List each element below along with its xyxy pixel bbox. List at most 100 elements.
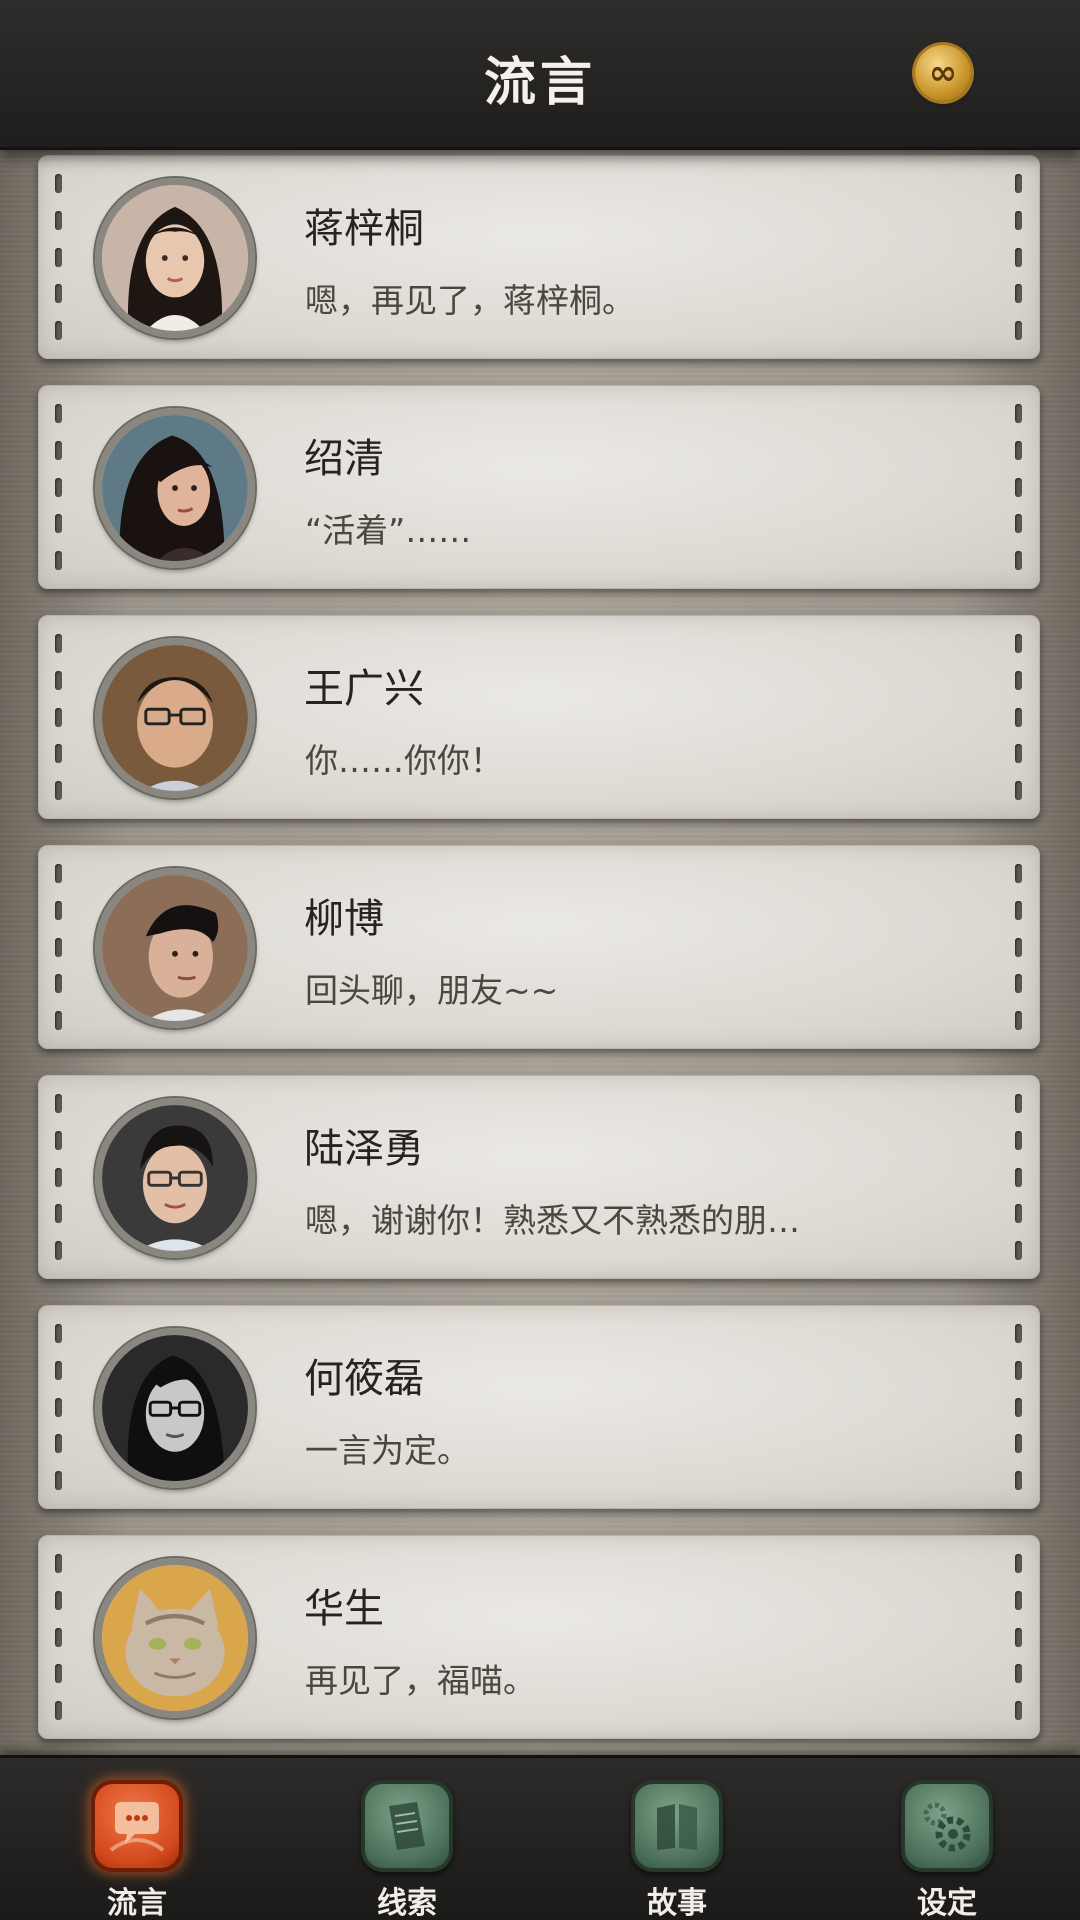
- contact-card[interactable]: 蒋梓桐 嗯，再见了，蒋梓桐。: [38, 155, 1040, 359]
- contact-card[interactable]: 绍清 “活着”……: [38, 385, 1040, 589]
- perforation-hole: [55, 1627, 62, 1647]
- cat-avatar[interactable]: [95, 1558, 255, 1718]
- perforation-hole: [1015, 514, 1022, 534]
- card-perforation: [1015, 864, 1023, 1030]
- perforation-hole: [1015, 1360, 1022, 1380]
- perforation-hole: [1015, 1701, 1022, 1720]
- contact-name: 陆泽勇: [304, 1126, 424, 1172]
- perforation-hole: [55, 477, 62, 497]
- contact-card[interactable]: 王广兴你……你你！: [38, 615, 1040, 819]
- perforation-hole: [55, 247, 62, 267]
- card-perforation: [55, 1554, 63, 1720]
- tab-1[interactable]: 线索: [352, 1780, 462, 1920]
- contact-name: 华生: [304, 1586, 384, 1632]
- bottom-nav: 流言 线索 故事 设定: [0, 1755, 1080, 1920]
- man-glasses-avatar[interactable]: [95, 1098, 255, 1258]
- last-message: “活着”……: [305, 511, 472, 550]
- perforation-hole: [55, 404, 62, 423]
- man-slick-hair-avatar[interactable]: [95, 868, 255, 1028]
- contact-list[interactable]: 蒋梓桐 嗯，再见了，蒋梓桐。 绍清 “活着”…… 王广兴你……你你！ 柳博回头聊，朋友~~…: [0, 150, 1080, 1755]
- perforation-hole: [1015, 1167, 1022, 1187]
- last-message: 一言为定。: [305, 1431, 470, 1470]
- perforation-hole: [55, 1397, 62, 1417]
- perforation-hole: [1015, 1627, 1022, 1647]
- card-perforation: [55, 174, 63, 340]
- perforation-hole: [1015, 781, 1022, 800]
- tab-label: 流言: [107, 1886, 167, 1920]
- perforation-hole: [55, 1204, 62, 1224]
- card-perforation: [1015, 1094, 1023, 1260]
- perforation-hole: [1015, 1590, 1022, 1610]
- chat-bubble-icon[interactable]: [91, 1780, 183, 1872]
- card-perforation: [1015, 1324, 1023, 1490]
- perforation-hole: [1015, 477, 1022, 497]
- perforation-hole: [1015, 1011, 1022, 1030]
- woman-dark-hair-avatar[interactable]: [95, 408, 255, 568]
- perforation-hole: [1015, 210, 1022, 230]
- tab-3[interactable]: 设定: [892, 1780, 1002, 1920]
- perforation-hole: [55, 174, 62, 193]
- perforation-hole: [1015, 864, 1022, 883]
- perforation-hole: [1015, 974, 1022, 994]
- last-message: 再见了，福喵。: [305, 1661, 536, 1700]
- man-glasses-beard-avatar[interactable]: [95, 638, 255, 798]
- contact-card[interactable]: 华生再见了，福喵。: [38, 1535, 1040, 1739]
- contact-card[interactable]: 何筱磊 一言为定。: [38, 1305, 1040, 1509]
- perforation-hole: [55, 1241, 62, 1260]
- perforation-hole: [55, 1590, 62, 1610]
- perforation-hole: [55, 781, 62, 800]
- perforation-hole: [55, 1167, 62, 1187]
- perforation-hole: [1015, 1324, 1022, 1343]
- perforation-hole: [55, 634, 62, 653]
- paper-scroll-icon[interactable]: [361, 1780, 453, 1872]
- card-perforation: [55, 1324, 63, 1490]
- perforation-hole: [1015, 937, 1022, 957]
- perforation-hole: [55, 1664, 62, 1684]
- perforation-hole: [55, 440, 62, 460]
- perforation-hole: [55, 670, 62, 690]
- contact-name: 何筱磊: [304, 1356, 424, 1402]
- last-message: 你……你你！: [305, 741, 503, 780]
- contact-name: 王广兴: [304, 666, 424, 712]
- perforation-hole: [1015, 1094, 1022, 1113]
- tab-0[interactable]: 流言: [82, 1780, 192, 1920]
- perforation-hole: [1015, 1471, 1022, 1490]
- perforation-hole: [55, 744, 62, 764]
- card-perforation: [1015, 404, 1023, 570]
- perforation-hole: [55, 900, 62, 920]
- last-message: 回头聊，朋友~~: [305, 971, 559, 1010]
- perforation-hole: [55, 1130, 62, 1150]
- perforation-hole: [1015, 1434, 1022, 1454]
- card-perforation: [55, 634, 63, 800]
- perforation-hole: [55, 514, 62, 534]
- perforation-hole: [55, 937, 62, 957]
- perforation-hole: [1015, 404, 1022, 423]
- perforation-hole: [55, 1701, 62, 1720]
- contact-card[interactable]: 陆泽勇嗯，谢谢你！熟悉又不熟悉的朋…: [38, 1075, 1040, 1279]
- perforation-hole: [1015, 900, 1022, 920]
- man-glasses-mono-avatar[interactable]: [95, 1328, 255, 1488]
- infinity-coin-icon[interactable]: ∞: [915, 45, 971, 101]
- contact-card[interactable]: 柳博回头聊，朋友~~: [38, 845, 1040, 1049]
- perforation-hole: [55, 1471, 62, 1490]
- perforation-hole: [1015, 247, 1022, 267]
- tab-label: 故事: [647, 1886, 707, 1920]
- perforation-hole: [55, 707, 62, 727]
- card-perforation: [55, 404, 63, 570]
- perforation-hole: [1015, 670, 1022, 690]
- card-perforation: [1015, 634, 1023, 800]
- perforation-hole: [55, 1324, 62, 1343]
- perforation-hole: [55, 864, 62, 883]
- book-icon[interactable]: [631, 1780, 723, 1872]
- tab-label: 设定: [917, 1886, 977, 1920]
- card-perforation: [55, 864, 63, 1030]
- perforation-hole: [1015, 634, 1022, 653]
- perforation-hole: [1015, 1664, 1022, 1684]
- perforation-hole: [1015, 284, 1022, 304]
- perforation-hole: [55, 1554, 62, 1573]
- woman-long-hair-avatar[interactable]: [95, 178, 255, 338]
- tab-2[interactable]: 故事: [622, 1780, 732, 1920]
- gear-icon[interactable]: [901, 1780, 993, 1872]
- last-message: 嗯，谢谢你！熟悉又不熟悉的朋…: [305, 1201, 800, 1240]
- contact-name: 柳博: [304, 896, 384, 942]
